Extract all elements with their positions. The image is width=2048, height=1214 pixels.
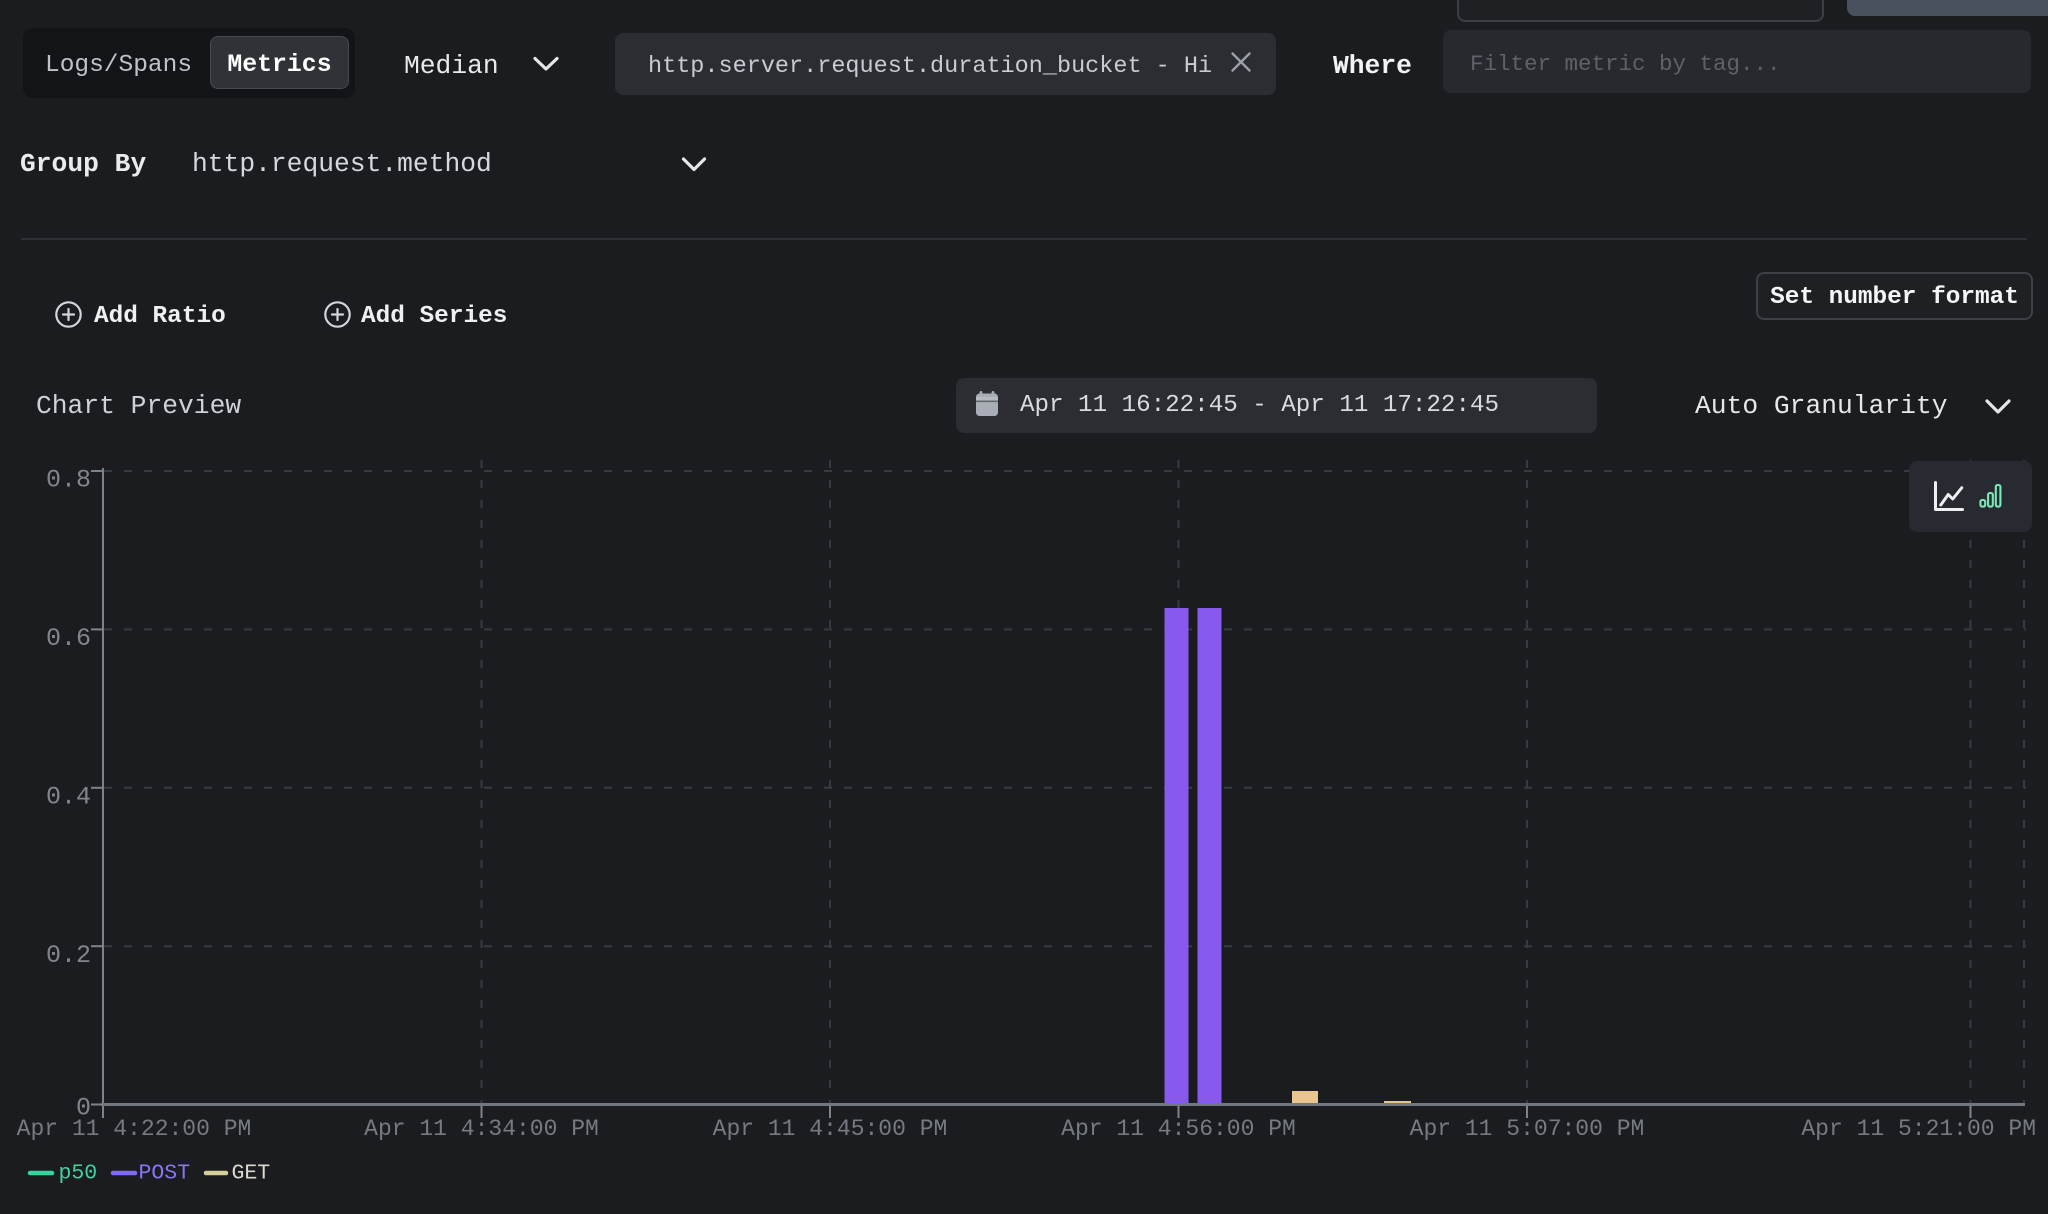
svg-text:Apr 11 4:34:00 PM: Apr 11 4:34:00 PM [364, 1116, 599, 1142]
svg-text:Apr 11 4:56:00 PM: Apr 11 4:56:00 PM [1061, 1116, 1296, 1142]
svg-text:0.2: 0.2 [46, 941, 91, 970]
svg-text:p50: p50 [59, 1162, 98, 1186]
svg-text:0.8: 0.8 [46, 466, 91, 495]
svg-text:0.6: 0.6 [46, 624, 91, 653]
svg-text:Apr 11 4:22:00 PM: Apr 11 4:22:00 PM [17, 1116, 252, 1142]
svg-text:POST: POST [139, 1162, 191, 1186]
svg-text:Apr 11 5:21:00 PM: Apr 11 5:21:00 PM [1801, 1116, 2036, 1142]
svg-text:Apr 11 5:07:00 PM: Apr 11 5:07:00 PM [1410, 1116, 1645, 1142]
svg-text:GET: GET [232, 1162, 271, 1186]
svg-text:0.4: 0.4 [46, 783, 91, 812]
svg-text:Apr 11 4:45:00 PM: Apr 11 4:45:00 PM [713, 1116, 948, 1142]
